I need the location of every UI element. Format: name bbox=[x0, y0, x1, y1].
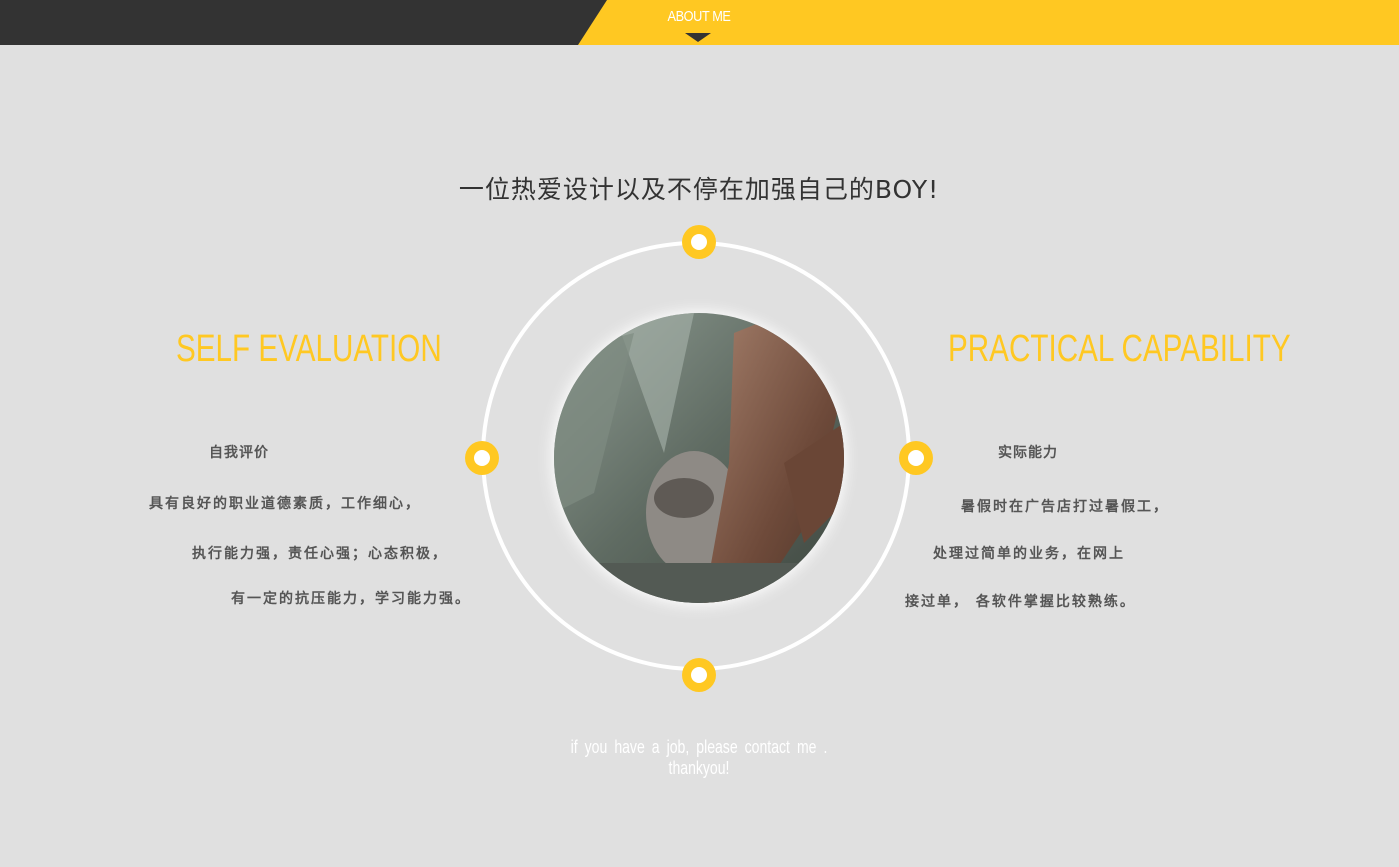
self-evaluation-line: 具有良好的职业道德素质，工作细心， bbox=[149, 496, 421, 512]
practical-capability-line: 暑假时在广告店打过暑假工， bbox=[961, 499, 1169, 515]
practical-capability-line: 接过单， 各软件掌握比较熟练。 bbox=[905, 594, 1136, 610]
self-evaluation-line: 执行能力强，责任心强；心态积极， bbox=[192, 546, 448, 562]
self-evaluation-line: 有一定的抗压能力，学习能力强。 bbox=[231, 591, 471, 607]
active-caret-icon bbox=[685, 33, 711, 42]
ring-marker-left bbox=[465, 441, 499, 475]
self-evaluation-subheading: 自我评价 bbox=[209, 445, 269, 461]
ring-marker-right bbox=[899, 441, 933, 475]
practical-capability-heading: PRACTICAL CAPABILITY bbox=[948, 328, 1291, 370]
about-me-page: ABOUT ME 一位热爱设计以及不停在加强自己的BOY! SELF EVALU… bbox=[0, 0, 1399, 867]
ring-marker-top bbox=[682, 225, 716, 259]
avatar-photo bbox=[554, 313, 844, 603]
practical-capability-subheading: 实际能力 bbox=[998, 445, 1058, 461]
self-evaluation-heading: SELF EVALUATION bbox=[176, 328, 442, 370]
contact-note: if you have a job, please contact me . t… bbox=[570, 737, 828, 778]
nav-item-about-me[interactable]: ABOUT ME bbox=[656, 8, 743, 25]
page-headline: 一位热爱设计以及不停在加强自己的BOY! bbox=[458, 175, 940, 204]
avatar-image bbox=[554, 313, 844, 603]
ring-marker-bottom bbox=[682, 658, 716, 692]
practical-capability-line: 处理过简单的业务，在网上 bbox=[933, 546, 1125, 562]
